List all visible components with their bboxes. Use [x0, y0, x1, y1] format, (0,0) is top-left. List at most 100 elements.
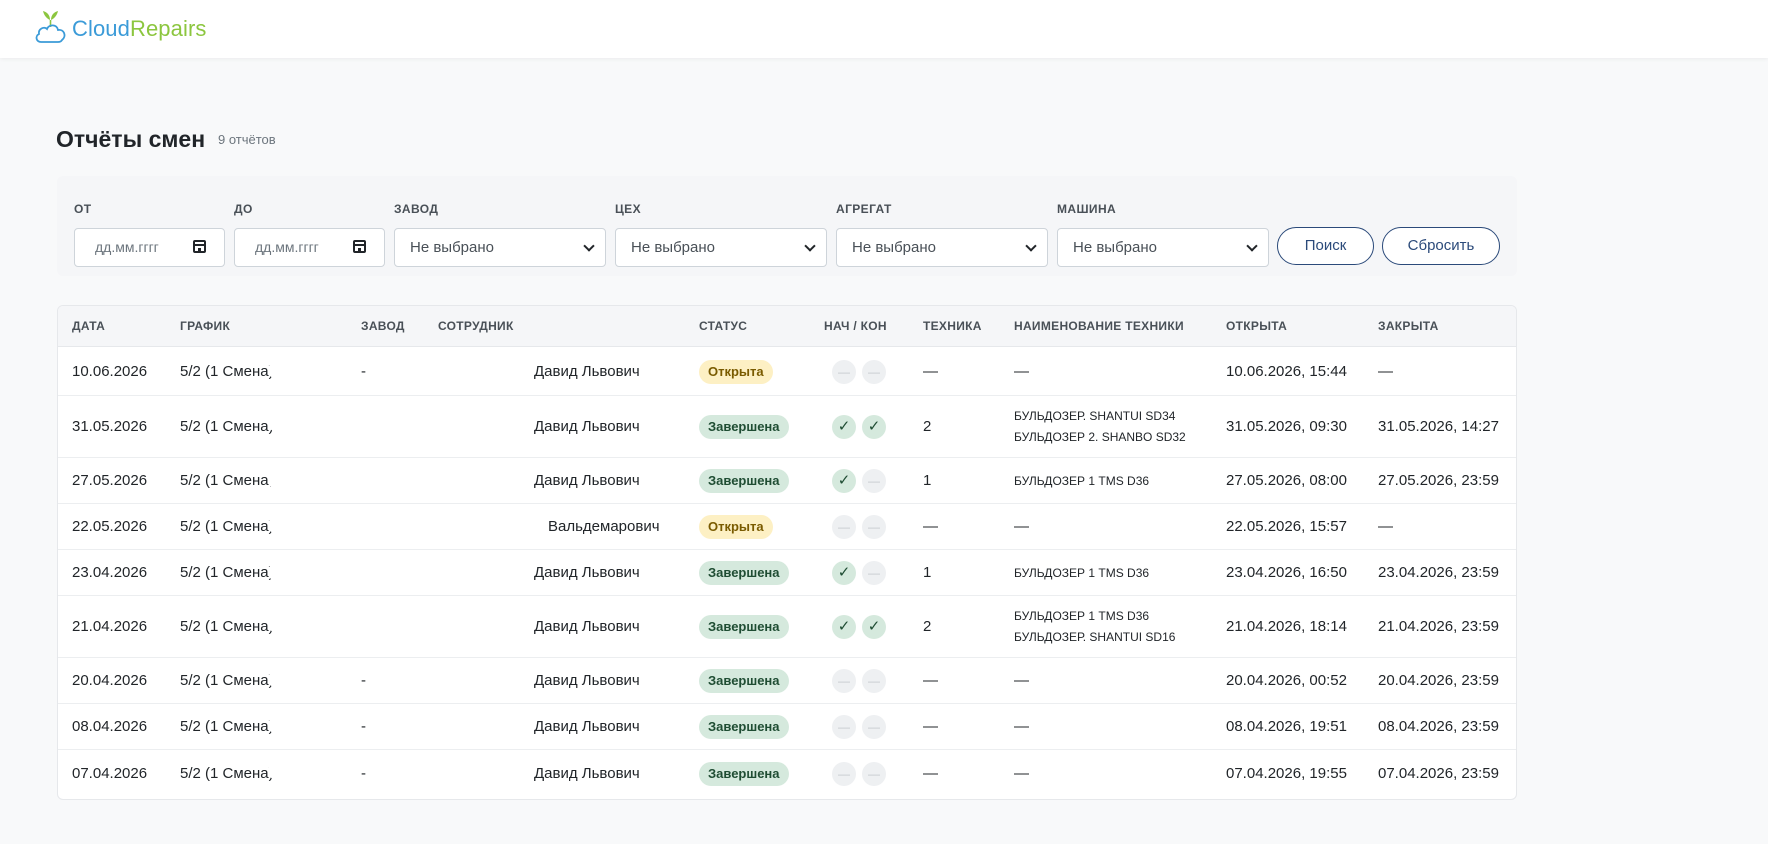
- cell-closed: —: [1378, 518, 1393, 535]
- cell-closed: 31.05.2026, 14:27: [1378, 418, 1499, 435]
- machine-select[interactable]: Не выбрано: [1057, 228, 1269, 267]
- cell-employee: Давид Львович: [534, 764, 640, 782]
- table-row[interactable]: 07.04.2026 5/2 (1 Смена) - Давид Львович Зав…: [58, 750, 1516, 797]
- cell-opened: 10.06.2026, 15:44: [1226, 362, 1347, 380]
- status-badge: Завершена: [699, 715, 789, 739]
- cell-tech-name: —: [1014, 718, 1029, 735]
- table-row[interactable]: 27.05.2026 5/2 (1 Смена, Давид Львович Заве…: [58, 458, 1516, 504]
- cell-opened: 08.04.2026, 19:51: [1226, 718, 1347, 735]
- cell-employee: Вальдемарович: [548, 518, 660, 535]
- unit-select[interactable]: Не выбрано: [836, 228, 1048, 267]
- cell-tech-name: —: [1014, 672, 1029, 689]
- cell-opened: 07.04.2026, 19:55: [1226, 764, 1347, 782]
- cell-opened: 23.04.2026, 16:50: [1226, 564, 1347, 581]
- start-check-icon: ✓: [832, 415, 856, 439]
- cell-closed: 23.04.2026, 23:59: [1378, 564, 1499, 581]
- shop-select[interactable]: Не выбрано: [615, 228, 827, 267]
- redaction-mask: [268, 516, 308, 534]
- cell-employee: Давид Львович: [534, 362, 640, 380]
- cell-schedule: 5/2 (1 Смена): [180, 564, 274, 581]
- start-check-icon: —: [832, 359, 856, 384]
- redaction-mask: [268, 762, 328, 780]
- status-badge: Открыта: [699, 515, 773, 539]
- end-check-icon: —: [862, 515, 886, 539]
- col-plant[interactable]: ЗАВОД: [361, 319, 405, 333]
- col-employee[interactable]: СОТРУДНИК: [438, 319, 514, 333]
- to-label: ДО: [234, 202, 253, 216]
- table-row[interactable]: 22.05.2026 5/2 (1 Смена) Вальдемарович Откр…: [58, 504, 1516, 550]
- redaction-mask: [268, 670, 328, 688]
- col-date[interactable]: ДАТА: [72, 319, 105, 333]
- plant-select-value: Не выбрано: [410, 239, 494, 256]
- cloud-leaf-icon: [35, 11, 66, 43]
- cell-date: 27.05.2026: [72, 472, 148, 489]
- cell-tech-name: БУЛЬДОЗЕР. SHANTUI SD16: [1014, 630, 1176, 644]
- redaction-mask: [428, 414, 526, 432]
- redaction-mask: [268, 470, 322, 490]
- redaction-mask: [438, 355, 518, 385]
- chevron-down-icon: [1246, 240, 1258, 252]
- cell-tech-name: БУЛЬДОЗЕР 2. SHANBO SD32: [1014, 430, 1186, 444]
- cell-schedule: 5/2 (1 Смена): [180, 418, 274, 435]
- table-row[interactable]: 23.04.2026 5/2 (1 Смена) Давид Львович Заве…: [58, 550, 1516, 596]
- cell-employee: Давид Львович: [534, 418, 640, 435]
- search-button[interactable]: Поиск: [1277, 227, 1374, 265]
- status-badge: Завершена: [699, 469, 789, 493]
- start-check-icon: —: [832, 761, 856, 786]
- col-schedule[interactable]: ГРАФИК: [180, 319, 230, 333]
- calendar-icon[interactable]: [353, 240, 366, 253]
- chevron-down-icon: [583, 240, 595, 252]
- col-start-end[interactable]: НАЧ / КОН: [824, 319, 887, 333]
- from-date-input[interactable]: дд.мм.гггг: [74, 228, 225, 267]
- end-check-icon: —: [862, 761, 886, 786]
- cell-tech-name: БУЛЬДОЗЕР 1 TMS D36: [1014, 474, 1150, 488]
- page-title: Отчёты смен: [56, 126, 206, 152]
- cell-tech-count: 1: [923, 564, 932, 581]
- table-row[interactable]: 08.04.2026 5/2 (1 Смена) - Давид Львович Зав…: [58, 704, 1516, 750]
- table-header: ДАТА ГРАФИК ЗАВОД СОТРУДНИК СТАТУС НАЧ /…: [58, 306, 1516, 347]
- redaction-mask: [422, 514, 532, 536]
- cell-opened: 21.04.2026, 18:14: [1226, 618, 1347, 635]
- cell-plant: -: [361, 718, 366, 735]
- table-row[interactable]: 20.04.2026 5/2 (1 Смена) - Давид Львович Зав…: [58, 658, 1516, 704]
- end-check-icon: —: [862, 715, 886, 739]
- cell-schedule: 5/2 (1 Смена,: [180, 472, 273, 489]
- col-tech-name[interactable]: НАИМЕНОВАНИЕ ТЕХНИКИ: [1014, 319, 1184, 333]
- redaction-mask: [428, 670, 526, 688]
- cell-closed: —: [1378, 362, 1393, 380]
- redaction-mask: [268, 562, 328, 582]
- reset-button[interactable]: Сбросить: [1382, 227, 1500, 265]
- cell-plant: -: [361, 672, 366, 689]
- brand-logo[interactable]: CloudRepairs: [34, 6, 207, 46]
- redaction-mask: [268, 612, 328, 634]
- calendar-icon[interactable]: [193, 240, 206, 253]
- table-row[interactable]: 10.06.2026 5/2 (1 Смена) - Давид Львович Отк…: [58, 347, 1516, 396]
- cell-opened: 27.05.2026, 08:00: [1226, 472, 1347, 489]
- cell-date: 21.04.2026: [72, 618, 148, 635]
- end-check-icon: —: [862, 561, 886, 585]
- redaction-mask: [428, 616, 526, 634]
- cell-date: 31.05.2026: [72, 418, 148, 435]
- end-check-icon: —: [862, 669, 886, 693]
- col-closed[interactable]: ЗАКРЫТА: [1378, 319, 1439, 333]
- end-check-icon: ✓: [862, 615, 886, 639]
- col-tech[interactable]: ТЕХНИКА: [923, 319, 982, 333]
- to-date-input[interactable]: дд.мм.гггг: [234, 228, 385, 267]
- cell-schedule: 5/2 (1 Смена): [180, 362, 274, 380]
- table-row[interactable]: 21.04.2026 5/2 (1 Смена) Давид Львович Заве…: [58, 596, 1516, 658]
- reports-table: ДАТА ГРАФИК ЗАВОД СОТРУДНИК СТАТУС НАЧ /…: [57, 305, 1517, 800]
- cell-tech-name: —: [1014, 362, 1029, 380]
- col-status[interactable]: СТАТУС: [699, 319, 747, 333]
- filter-panel: ОТ дд.мм.гггг ДО дд.мм.гггг ЗАВОД Не выб…: [57, 176, 1517, 276]
- redaction-mask: [268, 414, 322, 432]
- plant-select[interactable]: Не выбрано: [394, 228, 606, 267]
- start-check-icon: ✓: [832, 561, 856, 585]
- cell-schedule: 5/2 (1 Смена): [180, 618, 274, 635]
- cell-employee: Давид Львович: [534, 472, 640, 489]
- redaction-mask: [354, 470, 514, 490]
- table-row[interactable]: 31.05.2026 5/2 (1 Смена) Давид Львович Заве…: [58, 396, 1516, 458]
- status-badge: Завершена: [699, 615, 789, 639]
- col-opened[interactable]: ОТКРЫТА: [1226, 319, 1287, 333]
- redaction-mask: [428, 716, 526, 734]
- cell-opened: 22.05.2026, 15:57: [1226, 518, 1347, 535]
